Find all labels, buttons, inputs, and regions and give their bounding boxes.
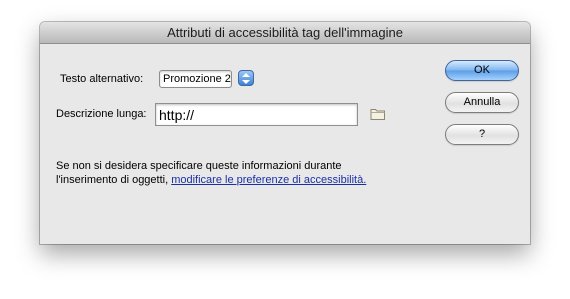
accessibility-preferences-link[interactable]: modificare le preferenze di accessibilit… [171, 174, 366, 186]
up-down-arrows-icon [242, 73, 250, 84]
title-bar[interactable]: Attributi di accessibilità tag dell'imma… [40, 22, 530, 44]
note-line-2: l'inserimento di oggetti, [56, 174, 172, 186]
long-description-value: http:// [159, 107, 195, 123]
preferences-note: Se non si desidera specificare queste in… [56, 159, 386, 187]
alt-text-combo-field[interactable]: Promozione 2x [159, 70, 232, 88]
ok-button[interactable]: OK [445, 60, 519, 81]
accessibility-dialog: Attributi di accessibilità tag dell'imma… [40, 22, 530, 244]
cancel-button[interactable]: Annulla [445, 92, 519, 113]
folder-icon [370, 109, 385, 120]
alt-text-dropdown-button[interactable] [238, 70, 254, 86]
long-description-input[interactable]: http:// [155, 103, 358, 126]
help-button[interactable]: ? [445, 124, 519, 145]
alt-text-label: Testo alternativo: [60, 73, 144, 85]
browse-folder-button[interactable] [370, 107, 386, 121]
dialog-title: Attributi di accessibilità tag dell'imma… [167, 25, 403, 40]
alt-text-value: Promozione 2x [163, 73, 232, 85]
long-description-label: Descrizione lunga: [56, 108, 147, 120]
note-line-1: Se non si desidera specificare queste in… [56, 160, 342, 172]
